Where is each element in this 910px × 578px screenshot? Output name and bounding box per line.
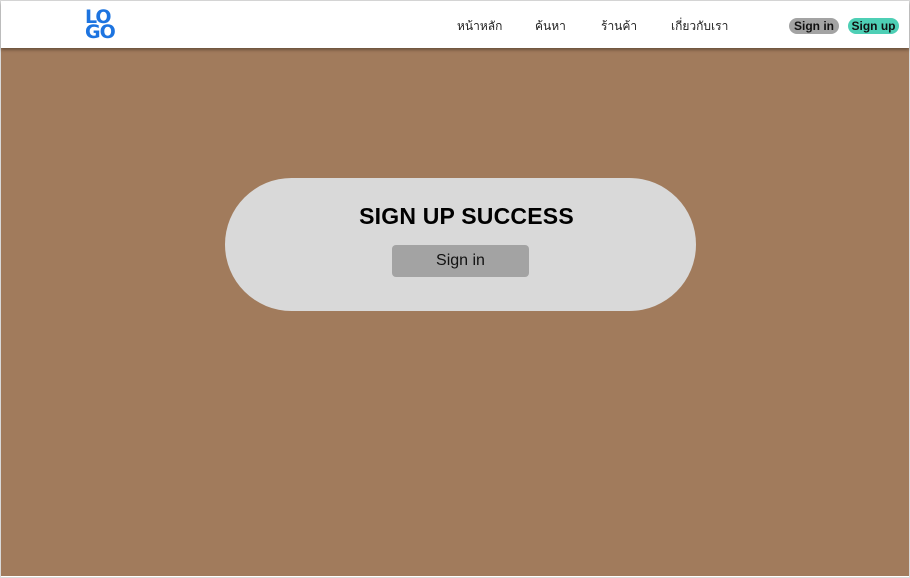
nav-link-search[interactable]: ค้นหา: [535, 17, 566, 36]
signin-button[interactable]: Sign in: [789, 18, 839, 34]
success-card: SIGN UP SUCCESS Sign in: [225, 178, 696, 311]
nav-link-about[interactable]: เกี่ยวกับเรา: [671, 17, 728, 36]
main-content: SIGN UP SUCCESS Sign in: [1, 48, 909, 576]
nav-link-shop[interactable]: ร้านค้า: [601, 17, 637, 36]
nav-link-home[interactable]: หน้าหลัก: [457, 17, 502, 36]
signup-button[interactable]: Sign up: [848, 18, 899, 34]
success-title: SIGN UP SUCCESS: [359, 203, 574, 229]
logo-line-2: GO: [85, 21, 116, 43]
card-signin-button[interactable]: Sign in: [392, 245, 529, 277]
top-navbar: LO GO หน้าหลัก ค้นหา ร้านค้า เกี่ยวกับเร…: [1, 1, 909, 48]
logo[interactable]: LO GO: [85, 8, 121, 44]
